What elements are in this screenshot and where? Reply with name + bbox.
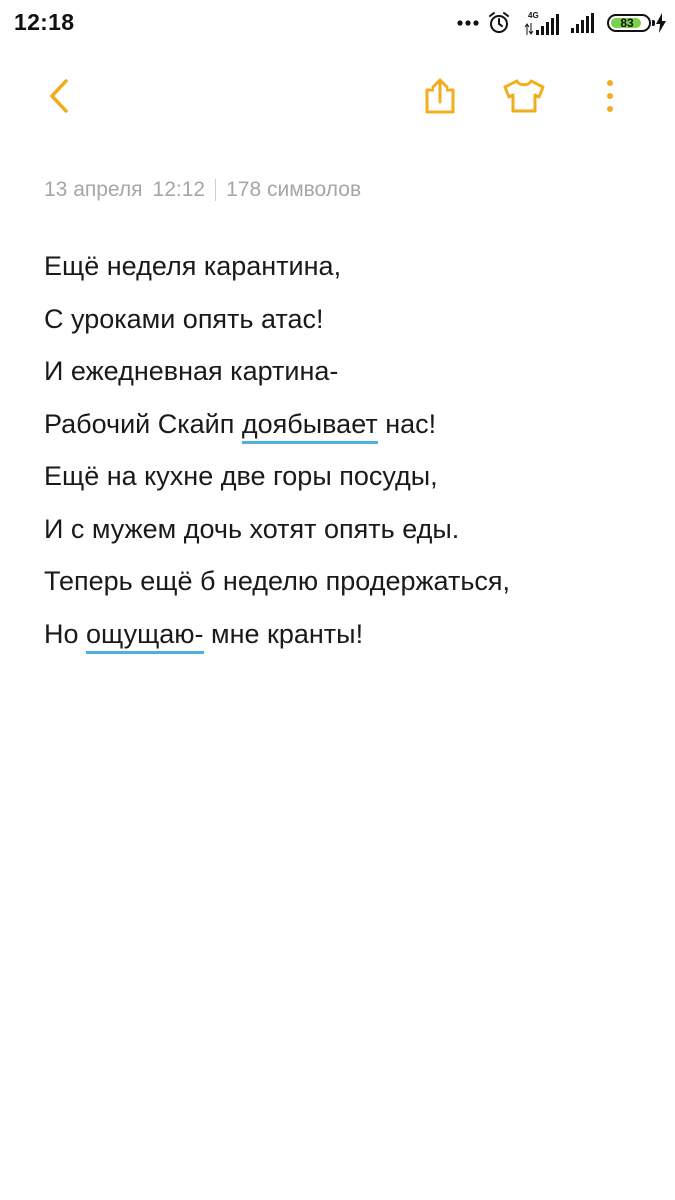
status-icons: 4G 83 — [456, 8, 667, 38]
line-text-before: Рабочий Скайп — [44, 408, 242, 439]
theme-button[interactable] — [494, 68, 554, 128]
misspelled-word[interactable]: ощущаю- — [86, 618, 204, 654]
note-line: Ещё на кухне две горы посуды, — [44, 461, 438, 491]
more-dots-icon — [456, 19, 480, 27]
battery-nub — [652, 20, 655, 26]
note-line: С уроками опять атас! — [44, 303, 324, 334]
line-text-before: Но — [44, 618, 87, 649]
battery-icon: 83 — [607, 14, 655, 32]
note-line: И с мужем дочь хотят опять еды. — [44, 513, 460, 544]
t-shirt-theme-icon — [502, 78, 546, 119]
line-text-after: нас! — [377, 408, 437, 439]
status-time: 12:18 — [14, 9, 75, 35]
note-date: 13 апреля — [44, 178, 143, 201]
note-meta: 13 апреля 12:12 178 символов — [44, 178, 361, 202]
battery-level: 83 — [620, 16, 634, 30]
note-line: И ежедневная картина- — [44, 356, 339, 386]
status-bar: 12:18 4G 83 — [0, 0, 675, 48]
alarm-clock-icon — [488, 11, 510, 35]
meta-divider — [215, 179, 217, 201]
note-body[interactable]: Ещё неделя карантина, С уроками опять ат… — [44, 240, 644, 660]
share-button[interactable] — [410, 68, 470, 128]
more-vertical-icon — [606, 79, 614, 118]
toolbar — [0, 60, 675, 140]
note-line: Теперь ещё б неделю продержаться, — [44, 566, 511, 596]
back-button[interactable] — [30, 68, 90, 128]
back-arrow-icon — [46, 78, 74, 119]
signal-4g-icon: 4G — [524, 9, 562, 37]
note-time: 12:12 — [152, 178, 206, 201]
note-line: Ещё неделя карантина, — [44, 251, 342, 281]
misspelled-word[interactable]: доябывает — [241, 408, 378, 444]
more-options-button[interactable] — [580, 68, 640, 128]
signal-icon — [570, 12, 598, 34]
network-label: 4G — [528, 11, 539, 20]
line-text-after: мне кранты! — [203, 618, 364, 649]
charging-bolt-icon — [655, 13, 667, 33]
note-line: Но ощущаю- мне кранты! — [44, 608, 644, 661]
share-icon — [422, 77, 458, 120]
note-line: Рабочий Скайп доябывает нас! — [44, 398, 644, 451]
note-char-count: 178 символов — [226, 178, 362, 201]
